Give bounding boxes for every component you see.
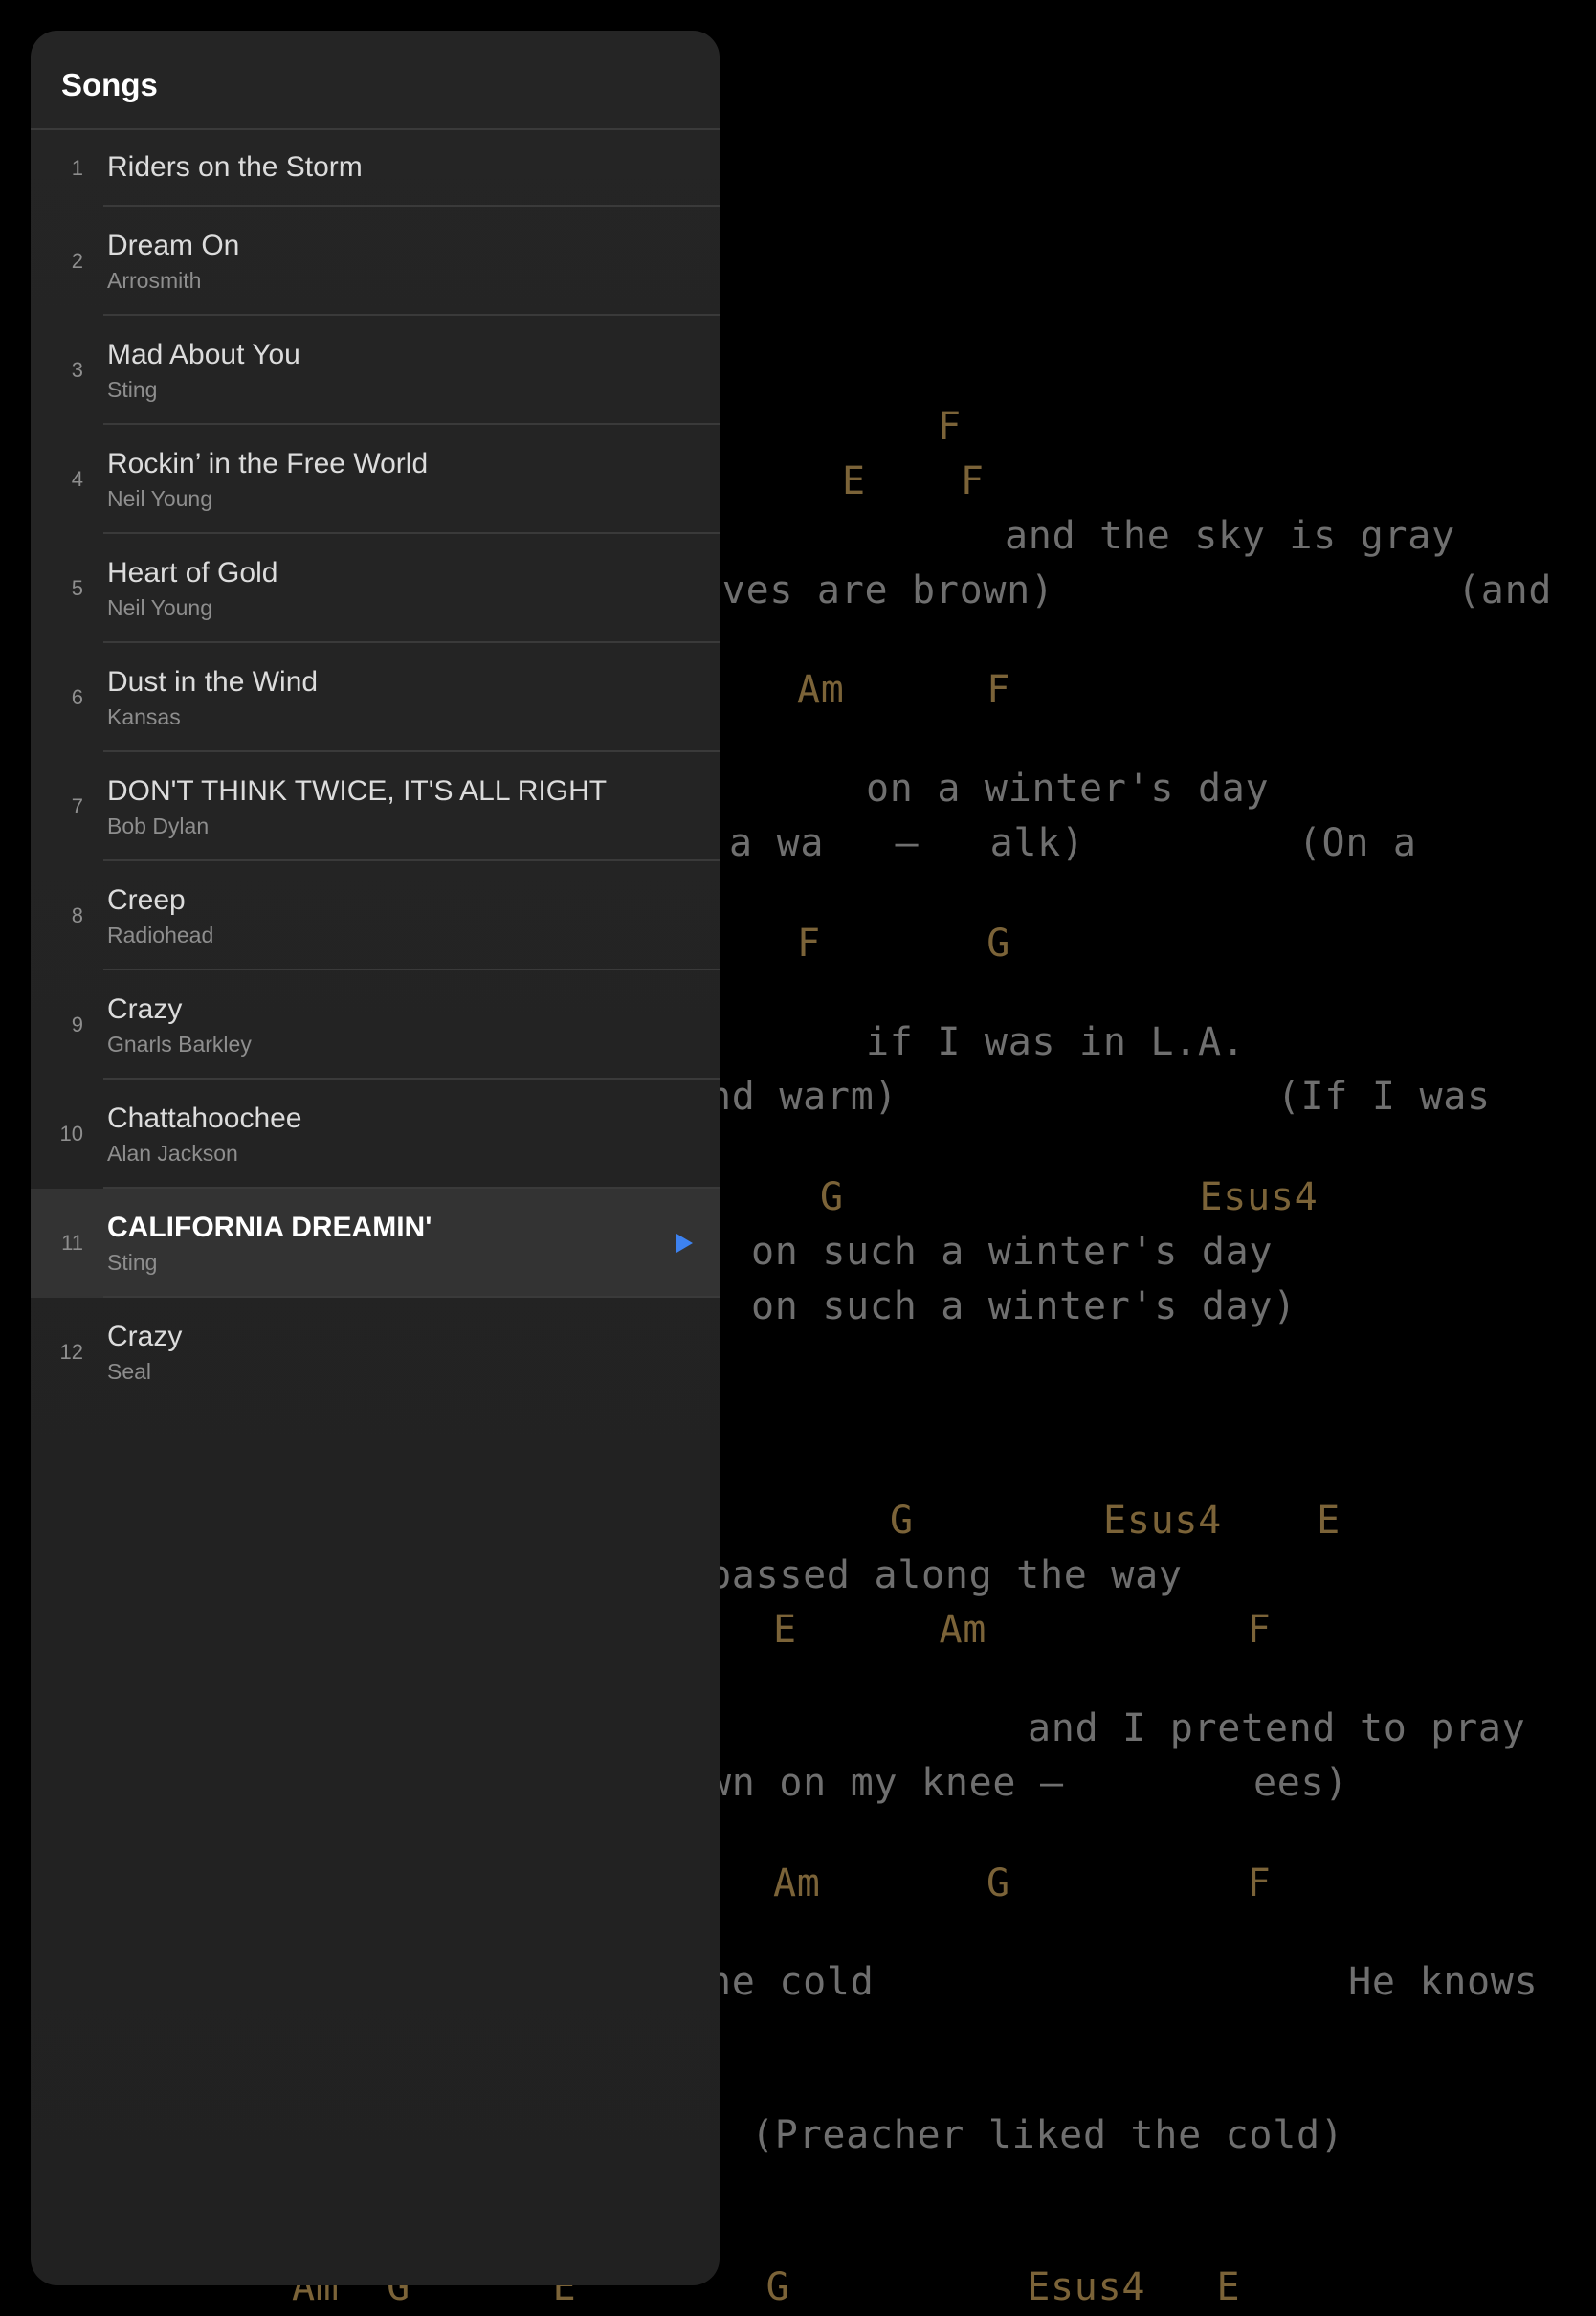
lyric-line: nd warm) (If I was <box>708 1075 1491 1119</box>
song-artist: Bob Dylan <box>107 813 210 838</box>
chord-line: F <box>938 405 962 449</box>
song-row[interactable]: 7 DON'T THINK TWICE, IT'S ALL RIGHT Bob Dy… <box>31 752 720 861</box>
song-number: 10 <box>59 1122 83 1146</box>
lyric-line: a wa – alk) (On a <box>729 821 1417 865</box>
song-artist: Radiohead <box>107 923 214 947</box>
song-artist: Arrosmith <box>107 268 202 293</box>
lyric-line: he cold He knows <box>708 1960 1539 2004</box>
song-title: Dream On <box>107 230 240 261</box>
app-screen: F E F and the sky is gray aves are brown) (… <box>0 0 1596 2316</box>
song-row[interactable]: 6 Dust in the Wind Kansas <box>31 643 720 752</box>
chord-line: G Esus4 <box>820 1175 1319 1219</box>
lyric-line: aves are brown) (and <box>698 568 1553 612</box>
song-title: Mad About You <box>107 339 300 370</box>
chord-line: G Esus4 E <box>890 1499 1341 1543</box>
song-artist: Alan Jackson <box>107 1141 238 1166</box>
song-row[interactable]: 4 Rockin’ in the Free World Neil Young <box>31 425 720 534</box>
song-row[interactable]: 10 Chattahoochee Alan Jackson <box>31 1080 720 1189</box>
song-number: 3 <box>71 358 83 382</box>
chord-line: E F <box>842 459 985 503</box>
lyric-line: wn on my knee – ees) <box>708 1761 1349 1805</box>
lyric-line: and the sky is gray <box>1005 514 1455 558</box>
song-title: Chattahoochee <box>107 1102 302 1134</box>
chord-line: E Am F <box>773 1608 1272 1652</box>
song-title: Heart of Gold <box>107 557 278 589</box>
song-row[interactable]: 3 Mad About You Sting <box>31 316 720 425</box>
song-number: 6 <box>71 685 83 709</box>
song-title: Rockin’ in the Free World <box>107 448 429 479</box>
play-icon[interactable] <box>676 1234 693 1253</box>
lyric-line: on such a winter's day) <box>751 1284 1297 1328</box>
song-row[interactable]: 11 CALIFORNIA DREAMIN' Sting <box>31 1189 720 1298</box>
song-number: 7 <box>71 794 83 818</box>
song-number: 1 <box>71 156 83 180</box>
panel-header: Songs <box>31 31 720 130</box>
lyric-line: on such a winter's day <box>751 1230 1274 1274</box>
song-row[interactable]: 8 Creep Radiohead <box>31 861 720 970</box>
song-title: CALIFORNIA DREAMIN' <box>107 1212 432 1243</box>
lyric-line: if I was in L.A. <box>866 1020 1246 1064</box>
song-number: 5 <box>71 576 83 600</box>
song-artist: Sting <box>107 1250 158 1275</box>
song-number: 12 <box>59 1340 83 1364</box>
song-row[interactable]: 5 Heart of Gold Neil Young <box>31 534 720 643</box>
song-row[interactable]: 1 Riders on the Storm <box>31 130 720 207</box>
lyric-line: and I pretend to pray <box>1028 1706 1526 1750</box>
song-artist: Neil Young <box>107 595 212 620</box>
song-row[interactable]: 9 Crazy Gnarls Barkley <box>31 970 720 1080</box>
song-artist: Sting <box>107 377 158 402</box>
song-number: 11 <box>61 1231 83 1255</box>
song-artist: Kansas <box>107 704 181 729</box>
chord-line: F G <box>797 922 1011 966</box>
song-title: Dust in the Wind <box>107 666 319 698</box>
song-title: Creep <box>107 884 186 916</box>
song-number: 2 <box>71 249 83 273</box>
song-number: 8 <box>71 903 83 927</box>
panel-title: Songs <box>61 67 158 102</box>
song-artist: Gnarls Barkley <box>107 1032 252 1057</box>
song-artist: Seal <box>107 1359 152 1384</box>
song-number: 9 <box>71 1013 83 1036</box>
song-number: 4 <box>71 467 83 491</box>
song-title: DON'T THINK TWICE, IT'S ALL RIGHT <box>107 775 608 807</box>
chord-line: Am G F <box>773 1861 1272 1905</box>
chord-line: Am F <box>797 668 1011 712</box>
song-artist: Neil Young <box>107 486 212 511</box>
song-title: Riders on the Storm <box>107 151 363 183</box>
lyric-line: (Preacher liked the cold) <box>751 2113 1344 2157</box>
song-title: Crazy <box>107 993 183 1025</box>
lyric-line: passed along the way <box>708 1553 1183 1597</box>
song-title: Crazy <box>107 1321 183 1352</box>
lyric-line: on a winter's day <box>866 767 1270 811</box>
song-row[interactable]: 2 Dream On Arrosmith <box>31 207 720 316</box>
songs-panel: Songs 1 Riders on the Storm 2 Dream On Arros… <box>31 31 720 2285</box>
song-row[interactable]: 12 Crazy Seal <box>31 1298 720 1407</box>
